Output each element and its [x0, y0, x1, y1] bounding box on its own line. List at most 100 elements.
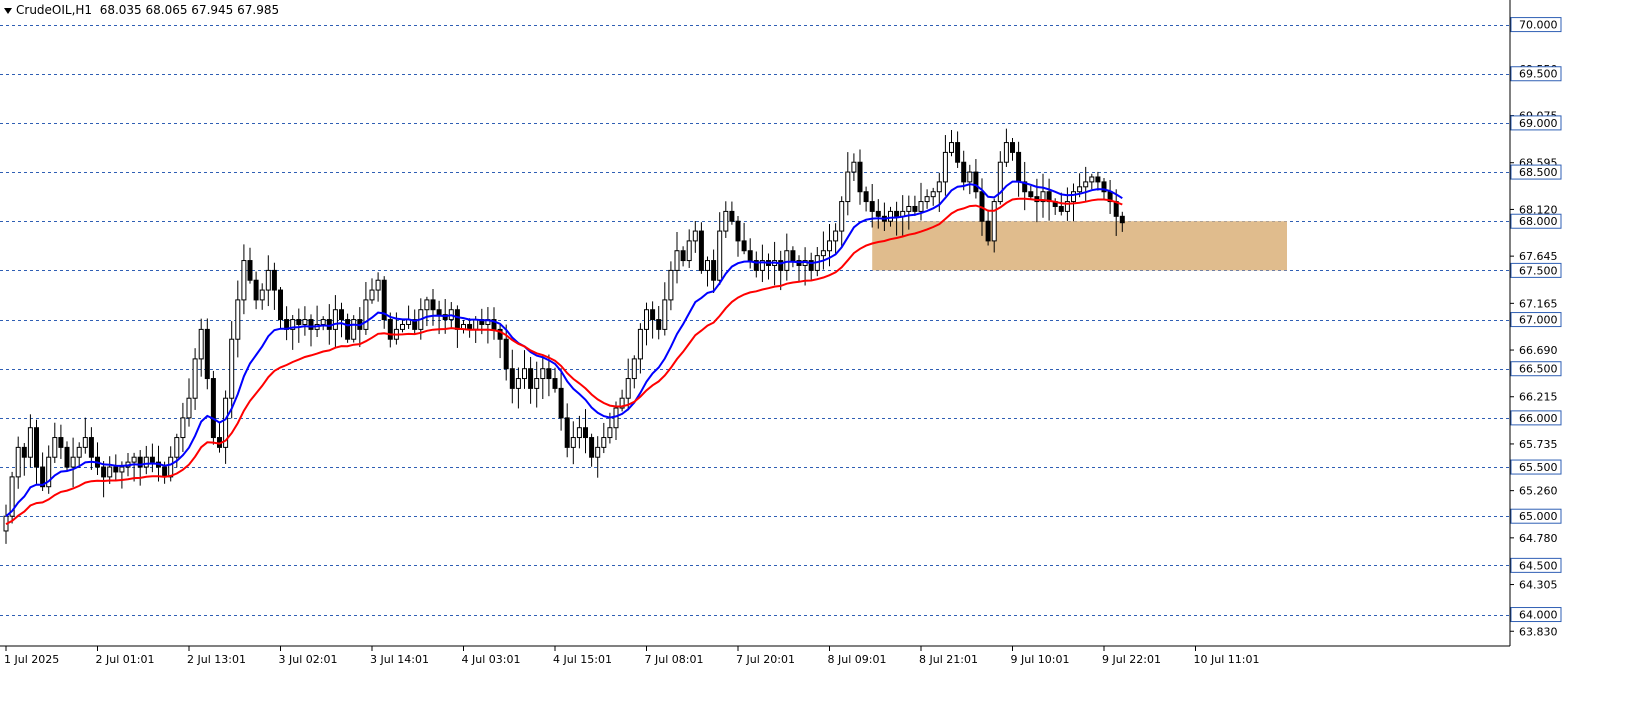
- candle-body: [247, 260, 253, 281]
- candle-body: [1016, 151, 1022, 183]
- candle-body: [839, 201, 845, 232]
- candle-body: [949, 142, 954, 153]
- candle-body: [308, 319, 314, 330]
- level-label: 69.000: [1519, 117, 1558, 130]
- level-label: 66.500: [1519, 363, 1558, 376]
- candle-body: [253, 279, 259, 301]
- candle-body: [400, 323, 405, 330]
- candle-body: [375, 279, 381, 291]
- level-label: 67.000: [1519, 314, 1558, 327]
- candle-body: [894, 210, 900, 217]
- candle-body: [912, 205, 918, 212]
- candle-body: [320, 319, 326, 325]
- candle-body: [509, 368, 515, 389]
- candle-body: [857, 161, 863, 193]
- candle-body: [869, 201, 875, 212]
- candle-body: [351, 319, 357, 340]
- candle-body: [973, 171, 979, 193]
- candle-body: [1083, 181, 1089, 188]
- candle-body: [546, 368, 552, 380]
- time-tick-label: 2 Jul 13:01: [187, 653, 246, 666]
- candle-body: [741, 240, 747, 252]
- candle-body: [790, 250, 796, 262]
- candle-body: [680, 250, 686, 262]
- candle-body: [1119, 215, 1125, 224]
- candle-body: [339, 309, 344, 321]
- candle-body: [58, 437, 64, 448]
- support-zone-rect: [872, 221, 1287, 271]
- candle-body: [875, 210, 881, 217]
- time-tick-label: 7 Jul 08:01: [645, 653, 704, 666]
- time-tick-label: 8 Jul 09:01: [828, 653, 887, 666]
- candle-body: [705, 260, 710, 271]
- candle-body: [1077, 186, 1083, 193]
- candle-body: [265, 269, 271, 291]
- price-tick-label: 65.735: [1519, 438, 1558, 451]
- time-tick-label: 4 Jul 03:01: [462, 653, 521, 666]
- candle-body: [119, 466, 125, 473]
- candle-body: [21, 446, 27, 458]
- candle-body: [1003, 142, 1009, 163]
- symbol-label: CrudeOIL,H1: [16, 3, 93, 17]
- candle-body: [424, 299, 430, 311]
- time-tick-label: 8 Jul 21:01: [919, 653, 978, 666]
- candle-body: [345, 319, 351, 340]
- level-label: 69.500: [1519, 68, 1558, 81]
- candle-body: [589, 437, 595, 458]
- candle-body: [149, 456, 155, 463]
- candle-body: [833, 230, 839, 242]
- candle-body: [70, 456, 76, 468]
- candle-body: [583, 427, 588, 439]
- candle-body: [296, 319, 302, 325]
- candle-body: [1058, 205, 1064, 212]
- candle-body: [558, 387, 564, 419]
- candle-body: [607, 427, 613, 439]
- candle-body: [637, 328, 643, 360]
- candle-body: [454, 309, 460, 330]
- candle-body: [1095, 176, 1101, 183]
- level-label: 66.000: [1519, 412, 1558, 425]
- candle-body: [162, 466, 168, 478]
- candle-body: [735, 220, 741, 242]
- price-tick-label: 67.645: [1519, 250, 1558, 263]
- level-label: 70.000: [1519, 19, 1558, 32]
- candle-body: [210, 378, 216, 439]
- candle-body: [717, 230, 723, 281]
- candle-body: [595, 446, 601, 458]
- candle-body: [241, 260, 247, 301]
- candle-body: [64, 446, 70, 468]
- plot-background: [0, 0, 1510, 646]
- chart-header[interactable]: CrudeOIL,H1 68.035 68.065 67.945 67.985: [4, 3, 279, 17]
- candle-body: [692, 230, 698, 242]
- candle-body: [1010, 142, 1015, 153]
- candle-body: [473, 319, 479, 330]
- price-tick-label: 67.165: [1519, 297, 1558, 310]
- candle-body: [863, 191, 869, 203]
- price-tick-label: 66.690: [1519, 344, 1558, 357]
- price-chart[interactable]: 70.00069.55069.07568.59568.12067.64567.1…: [0, 0, 1651, 705]
- candle-body: [827, 240, 832, 252]
- candle-body: [503, 338, 509, 370]
- candle-body: [686, 240, 692, 262]
- candle-body: [387, 319, 393, 340]
- candle-body: [784, 250, 790, 271]
- candle-body: [601, 437, 607, 448]
- menu-triangle-icon[interactable]: [4, 7, 12, 14]
- candle-body: [650, 309, 656, 321]
- time-tick-label: 2 Jul 01:01: [96, 653, 155, 666]
- candle-body: [302, 319, 308, 325]
- price-tick-label: 63.830: [1519, 625, 1558, 638]
- price-axis: 70.00069.55069.07568.59568.12067.64567.1…: [1510, 17, 1562, 638]
- candle-body: [918, 201, 924, 212]
- candle-body: [570, 437, 576, 448]
- price-tick-label: 64.780: [1519, 532, 1558, 545]
- candle-body: [131, 456, 137, 463]
- candle-body: [845, 171, 851, 203]
- candle-body: [930, 191, 936, 198]
- price-tick-label: 66.215: [1519, 391, 1558, 404]
- candle-body: [143, 456, 149, 468]
- candle-body: [1071, 191, 1076, 203]
- candle-body: [961, 161, 967, 183]
- candle-body: [34, 427, 39, 468]
- level-label: 65.500: [1519, 461, 1558, 474]
